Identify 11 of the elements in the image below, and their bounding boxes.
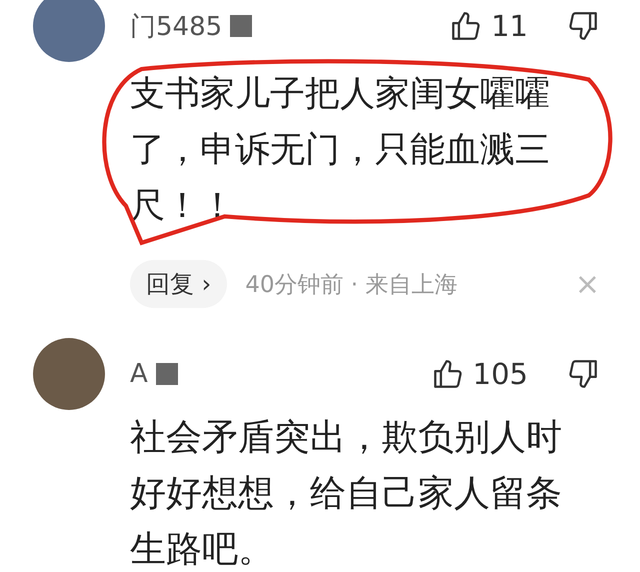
username[interactable]: 门5485 — [130, 8, 222, 44]
comment-text: 支书家儿子把人家闺女嚯嚯了，申诉无门，只能血溅三尺！！ — [130, 73, 551, 228]
reply-button[interactable]: 回复 › — [130, 260, 228, 308]
comment-text: 社会矛盾突出，欺负别人时好好想想，给自己家人留条生路吧。 — [130, 416, 563, 572]
comment-meta: 40分钟前 · 来自上海 — [245, 270, 458, 300]
username[interactable]: A — [130, 359, 148, 389]
censor-block — [230, 15, 252, 37]
avatar-placeholder[interactable] — [33, 0, 105, 62]
censor-block — [156, 363, 178, 385]
like-count: 105 — [472, 357, 528, 391]
like-count: 11 — [491, 9, 528, 43]
